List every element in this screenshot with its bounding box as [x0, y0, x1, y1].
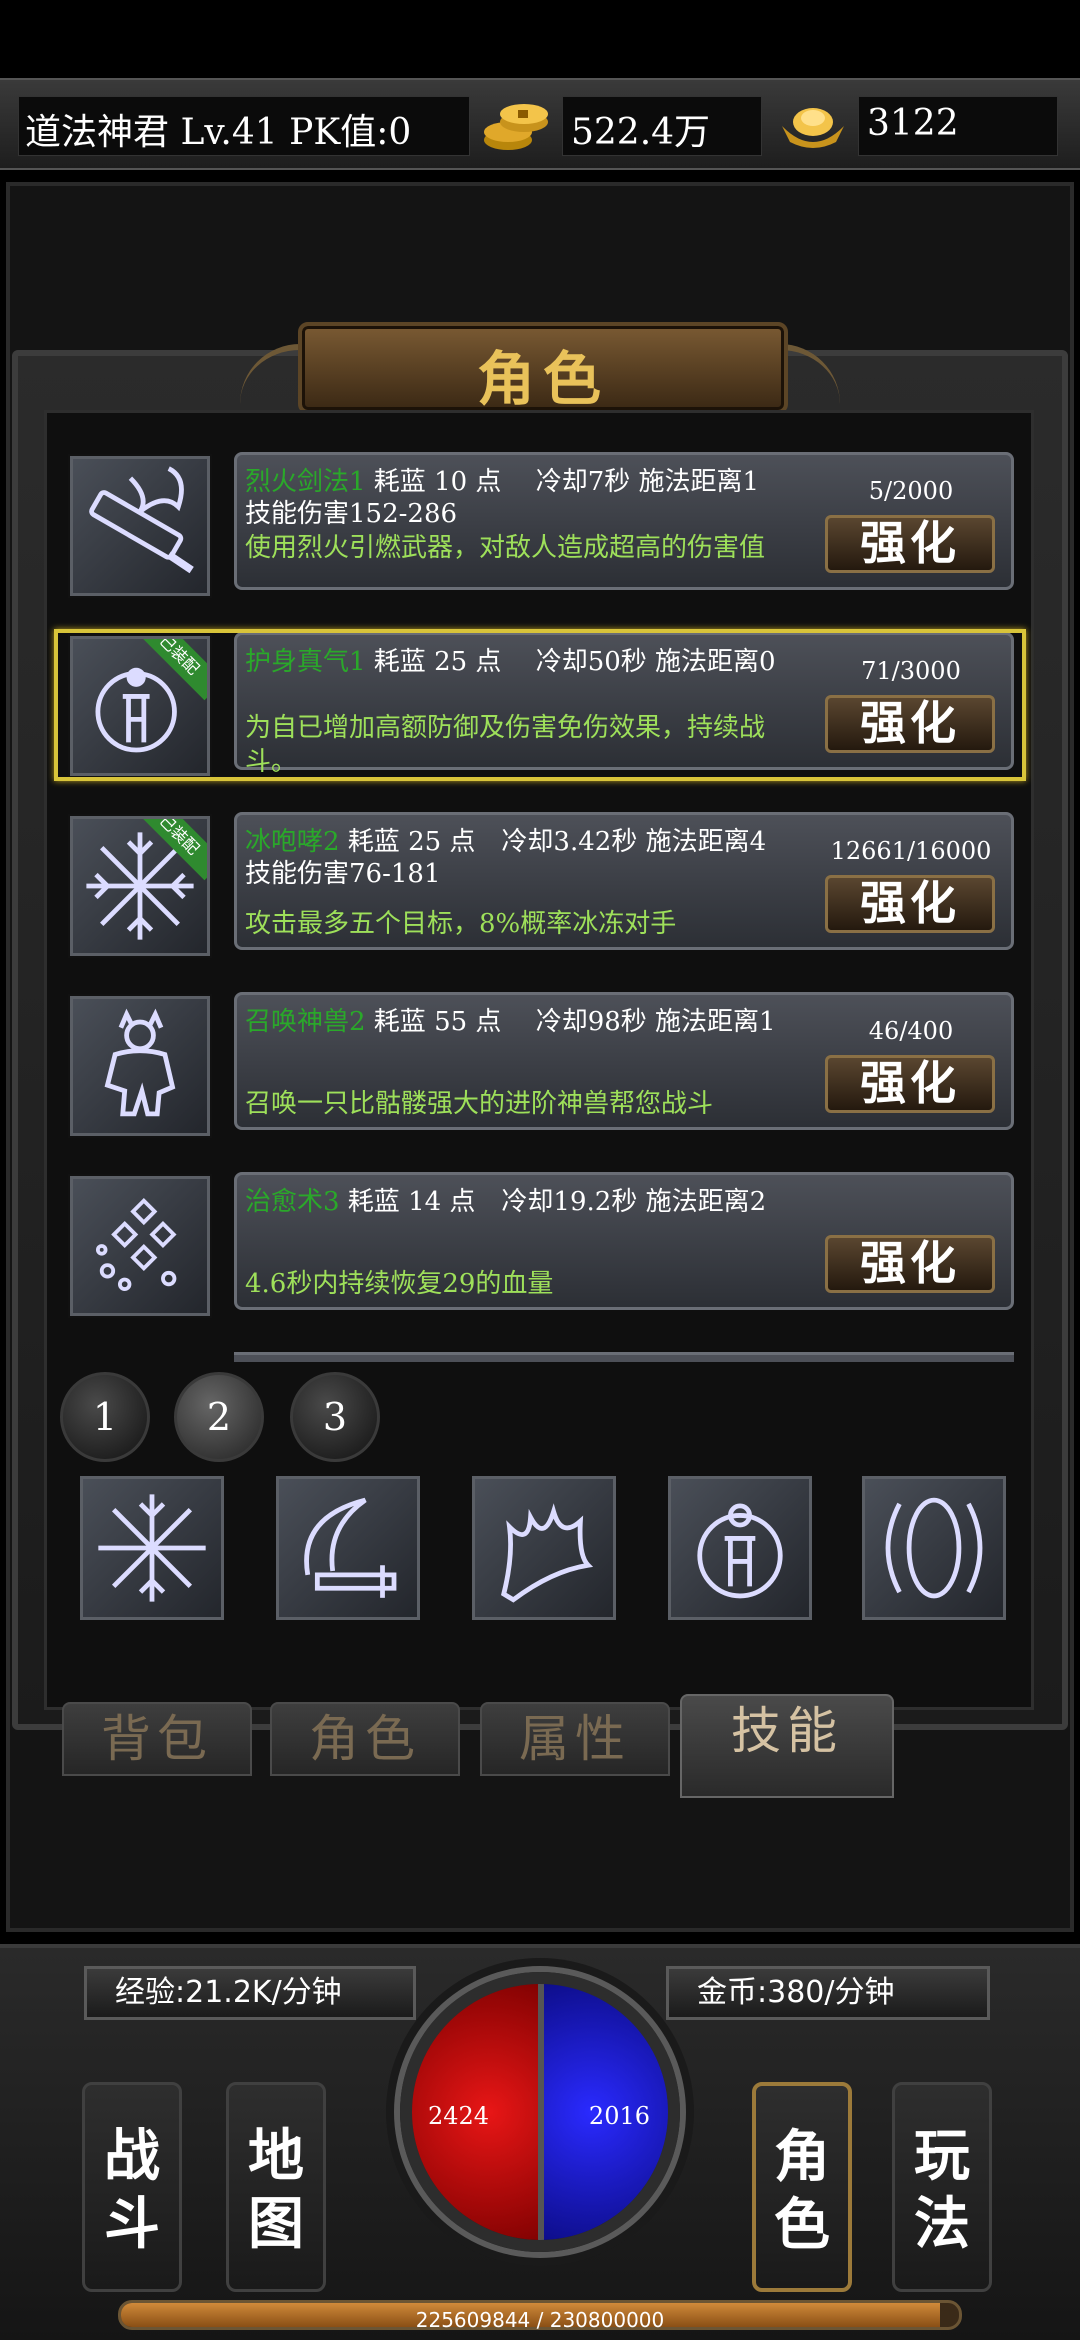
- ingot-value: 3122: [867, 103, 959, 144]
- gold-ingot-icon: [774, 92, 852, 162]
- nav-battle-button[interactable]: 战斗: [82, 2082, 182, 2292]
- nav-battle-label: 战斗: [104, 2124, 160, 2257]
- gold-box: 522.4万: [562, 96, 762, 156]
- exp-rate: 经验:21.2K/分钟: [84, 1966, 416, 2020]
- skill-card-healing: 治愈术3 耗蓝 14 点 冷却19.2秒 施法距离2 4.6秒内持续恢复29的血…: [234, 1172, 1014, 1310]
- tab-skills[interactable]: 技能: [680, 1694, 894, 1798]
- skill-card-ice-roar: 冰咆哮2 耗蓝 25 点 冷却3.42秒 施法距离4 技能伤害76-181 攻击…: [234, 812, 1014, 950]
- snowflake-icon[interactable]: 已装配: [70, 816, 210, 956]
- hp-value: 2424: [428, 2102, 490, 2130]
- upgrade-button[interactable]: 强化: [825, 1055, 995, 1113]
- gold-rate: 金币:380/分钟: [666, 1966, 990, 2020]
- skill-description: 4.6秒内持续恢复29的血量: [245, 1269, 554, 1299]
- upgrade-button[interactable]: 强化: [825, 875, 995, 933]
- upgrade-button[interactable]: 强化: [825, 1235, 995, 1293]
- next-skill-card-edge: [234, 1352, 1014, 1362]
- nav-gameplay-button[interactable]: 玩法: [892, 2082, 992, 2292]
- panel-title: 角色: [476, 345, 609, 413]
- tab-attributes[interactable]: 属性: [480, 1702, 670, 1776]
- skill-card-summon-beast: 召唤神兽2 耗蓝 55 点 冷却98秒 施法距离1 召唤一只比骷髅强大的进阶神兽…: [234, 992, 1014, 1130]
- top-status-bar: 道法神君 Lv.41 PK值:0 522.4万 3122: [0, 78, 1080, 170]
- flaming-sword-icon[interactable]: [70, 456, 210, 596]
- skill-info: 召唤神兽2 耗蓝 55 点 冷却98秒 施法距离1: [245, 1001, 776, 1038]
- skill-damage: 技能伤害152-286: [245, 499, 458, 529]
- nav-map-button[interactable]: 地图: [226, 2082, 326, 2292]
- skill-stats: 耗蓝 14 点 冷却19.2秒 施法距离2: [339, 1187, 767, 1217]
- hp-mp-orb: 2424 2016: [400, 1972, 680, 2252]
- skill-name: 治愈术3: [245, 1187, 340, 1217]
- summon-beast-icon[interactable]: [70, 996, 210, 1136]
- quick-slot-shield-warrior-icon[interactable]: [668, 1476, 812, 1620]
- selected-skill-highlight: [54, 629, 1026, 781]
- skill-progress: 12661/16000: [830, 837, 992, 865]
- skill-info: 治愈术3 耗蓝 14 点 冷却19.2秒 施法距离2: [245, 1181, 766, 1218]
- gold-value: 522.4万: [571, 112, 711, 153]
- orb-divider: [538, 1984, 544, 2240]
- skill-damage: 技能伤害76-181: [245, 859, 441, 889]
- nav-role-label: 角色: [774, 2125, 830, 2258]
- tab-backpack[interactable]: 背包: [62, 1702, 252, 1776]
- page-button-3[interactable]: 3: [290, 1372, 380, 1462]
- player-info: 道法神君 Lv.41 PK值:0: [25, 112, 412, 153]
- skill-description: 召唤一只比骷髅强大的进阶神兽帮您战斗: [245, 1089, 714, 1119]
- healing-sparkle-icon[interactable]: [70, 1176, 210, 1316]
- mp-value: 2016: [588, 2102, 650, 2130]
- quick-slot-barrier-rings-icon[interactable]: [862, 1476, 1006, 1620]
- nav-gameplay-label: 玩法: [914, 2124, 970, 2257]
- quick-slot-snowflake-icon[interactable]: [80, 1476, 224, 1620]
- skill-progress: 46/400: [868, 1017, 954, 1045]
- page-button-1[interactable]: 1: [60, 1372, 150, 1462]
- gold-coins-icon: [478, 92, 556, 162]
- ingot-box: 3122: [858, 96, 1058, 156]
- nav-role-button[interactable]: 角色: [752, 2082, 852, 2292]
- upgrade-button[interactable]: 强化: [825, 515, 995, 573]
- skill-description: 攻击最多五个目标，8%概率冰冻对手: [245, 909, 677, 939]
- player-info-box: 道法神君 Lv.41 PK值:0: [18, 96, 470, 156]
- quick-slot-crescent-slash-icon[interactable]: [276, 1476, 420, 1620]
- skill-stats: 耗蓝 55 点 冷却98秒 施法距离1: [365, 1007, 776, 1037]
- exp-progress-text: 225609844 / 230800000: [415, 2308, 665, 2332]
- tab-character[interactable]: 角色: [270, 1702, 460, 1776]
- skill-card-flaming-sword: 烈火剑法1 耗蓝 10 点 冷却7秒 施法距离1 技能伤害152-286 使用烈…: [234, 452, 1014, 590]
- quick-slot-flame-claw-icon[interactable]: [472, 1476, 616, 1620]
- skill-progress: 5/2000: [868, 477, 954, 505]
- nav-map-label: 地图: [248, 2124, 304, 2257]
- skill-name: 召唤神兽2: [245, 1007, 366, 1037]
- page-button-2[interactable]: 2: [174, 1372, 264, 1462]
- panel-title-plate: 角色: [298, 322, 788, 414]
- skill-description: 使用烈火引燃武器，对敌人造成超高的伤害值: [245, 533, 766, 563]
